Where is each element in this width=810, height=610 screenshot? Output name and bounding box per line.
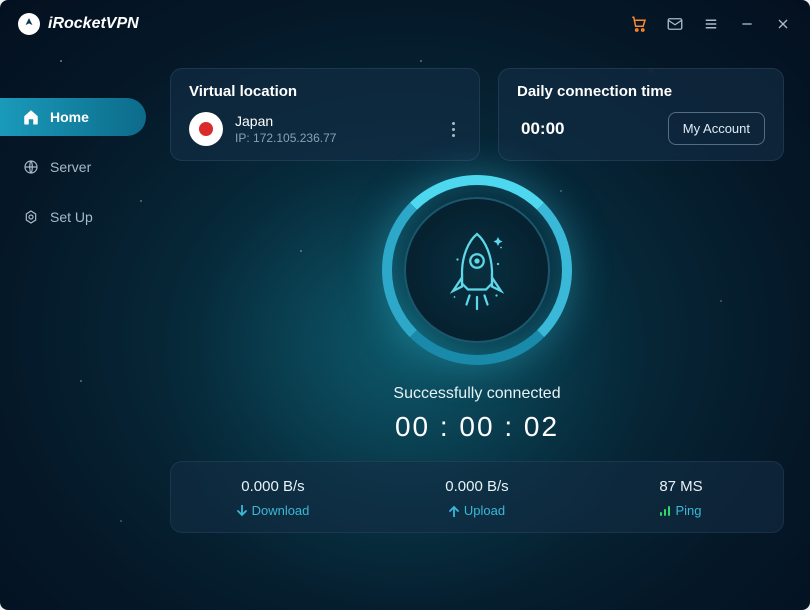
- upload-value: 0.000 B/s: [445, 478, 508, 495]
- close-icon[interactable]: [774, 15, 792, 33]
- sidebar-item-label: Set Up: [50, 209, 93, 225]
- download-arrow-icon: [237, 505, 247, 517]
- connect-button[interactable]: [382, 175, 572, 365]
- virtual-location-card: Virtual location Japan IP: 172.105.236.7…: [170, 68, 480, 161]
- gear-icon: [22, 208, 40, 226]
- upload-label: Upload: [449, 503, 505, 518]
- signal-bars-icon: [660, 505, 670, 516]
- upload-arrow-icon: [449, 505, 459, 517]
- main-content: Virtual location Japan IP: 172.105.236.7…: [160, 48, 810, 610]
- sidebar-item-home[interactable]: Home: [0, 98, 146, 136]
- virtual-location-country: Japan: [235, 113, 433, 129]
- mail-icon[interactable]: [666, 15, 684, 33]
- sidebar-item-label: Server: [50, 159, 91, 175]
- titlebar: iRocketVPN: [0, 0, 810, 48]
- ping-stat: 87 MS Ping: [579, 478, 783, 518]
- server-icon: [22, 158, 40, 176]
- sidebar-item-label: Home: [50, 109, 89, 125]
- sidebar-item-server[interactable]: Server: [0, 148, 146, 186]
- logo-icon: [18, 13, 40, 35]
- ping-label: Ping: [660, 503, 701, 518]
- more-options-icon[interactable]: [445, 118, 461, 141]
- hamburger-icon[interactable]: [702, 15, 720, 33]
- home-icon: [22, 108, 40, 126]
- download-value: 0.000 B/s: [241, 478, 304, 495]
- connection-status: Successfully connected: [393, 385, 560, 403]
- cart-icon[interactable]: [630, 15, 648, 33]
- app-window: iRocketVPN: [0, 0, 810, 610]
- daily-connection-time: 00:00: [517, 119, 654, 139]
- upload-stat: 0.000 B/s Upload: [375, 478, 579, 518]
- download-stat: 0.000 B/s Download: [171, 478, 375, 518]
- download-label: Download: [237, 503, 310, 518]
- sidebar-item-setup[interactable]: Set Up: [0, 198, 146, 236]
- brand-name: iRocketVPN: [48, 15, 139, 33]
- connection-timer: 00 : 00 : 02: [395, 411, 559, 443]
- virtual-location-ip: IP: 172.105.236.77: [235, 131, 433, 145]
- daily-connection-title: Daily connection time: [517, 83, 765, 100]
- virtual-location-title: Virtual location: [189, 83, 461, 100]
- stats-bar: 0.000 B/s Download 0.000 B/s Uplo: [170, 461, 784, 533]
- flag-japan-icon: [189, 112, 223, 146]
- daily-connection-card: Daily connection time 00:00 My Account: [498, 68, 784, 161]
- sidebar: Home Server Set Up: [0, 48, 160, 610]
- ping-value: 87 MS: [659, 478, 702, 495]
- titlebar-actions: [630, 15, 792, 33]
- logo: iRocketVPN: [18, 13, 139, 35]
- rocket-icon: [404, 197, 550, 343]
- minimize-icon[interactable]: [738, 15, 756, 33]
- my-account-button[interactable]: My Account: [668, 112, 765, 145]
- virtual-location-info: Japan IP: 172.105.236.77: [235, 113, 433, 145]
